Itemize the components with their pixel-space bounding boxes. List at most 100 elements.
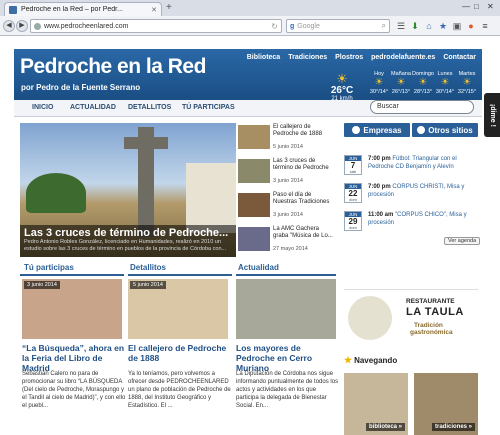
- thumb-date: 3 junio 2014: [273, 178, 303, 184]
- top-link-biblioteca[interactable]: Biblioteca: [247, 54, 280, 61]
- new-tab-icon[interactable]: +: [166, 3, 172, 13]
- addon-icon[interactable]: ●: [466, 21, 476, 31]
- slider-image-cross-arm: [124, 137, 168, 149]
- article-excerpt: Sebastián Calero no para de promocionar …: [22, 371, 126, 409]
- article-date: 3 junio 2014: [24, 281, 60, 289]
- article-image[interactable]: 5 junio 2014: [128, 279, 228, 339]
- ad-line: Tradición: [414, 322, 443, 329]
- site-header: Pedroche en la Red por Pedro de la Fuent…: [14, 49, 482, 106]
- nav-tradiciones[interactable]: tradiciones »: [414, 373, 478, 435]
- article-title[interactable]: Los mayores de Pedroche en Cerro Muriano: [236, 343, 340, 373]
- site-subtitle: por Pedro de la Fuente Serrano: [21, 83, 141, 92]
- article-excerpt: Ya lo teníamos, pero volvemos a ofrecer …: [128, 371, 231, 409]
- section-head-actualidad[interactable]: Actualidad: [238, 263, 279, 272]
- browser-navbar: ◀ ▶ www.pedrocheenlared.com ↻ g Google ⌕…: [0, 16, 500, 36]
- thumb-date: 5 junio 2014: [273, 144, 303, 150]
- slider-desc: Pedro Antonio Robles González, licenciad…: [24, 239, 227, 252]
- ad-logo-icon: [348, 296, 392, 340]
- close-window-icon[interactable]: ✕: [487, 2, 494, 11]
- reload-icon[interactable]: ↻: [271, 22, 278, 31]
- section-divider: [128, 274, 232, 276]
- section-divider: [20, 274, 124, 276]
- site-identity-icon: [34, 22, 41, 30]
- featured-slider[interactable]: Las 3 cruces de término de Pedroche... P…: [20, 123, 236, 257]
- site-title[interactable]: Pedroche en la Red: [20, 55, 206, 79]
- minimize-icon[interactable]: —: [462, 2, 470, 11]
- article-image[interactable]: [236, 279, 336, 339]
- back-icon[interactable]: ◀: [3, 20, 15, 32]
- event-item[interactable]: JUN 22 dom 7:00 pm CORPUS CHRISTI, Misa …: [344, 183, 478, 203]
- dime-side-tab[interactable]: ¡dime !: [484, 93, 500, 137]
- sun-icon: ☀: [336, 71, 348, 86]
- close-tab-icon[interactable]: ✕: [151, 6, 157, 14]
- thumb-image: [238, 193, 270, 217]
- slider-caption: Las 3 cruces de término de Pedroche... P…: [20, 225, 236, 257]
- section-head-tu-participas[interactable]: Tú participas: [24, 263, 74, 272]
- ad-line: RESTAURANTE: [406, 298, 455, 305]
- empresas-label: Empresas: [363, 125, 402, 135]
- thumb-image: [238, 227, 270, 251]
- slider-thumb[interactable]: Las 3 cruces de término de Pedroche 3 ju…: [238, 157, 336, 189]
- screenshot-icon[interactable]: ▣: [452, 21, 462, 31]
- top-link-pedrodelafuente[interactable]: pedrodelafuente.es: [371, 54, 435, 61]
- thumb-title: La AMC Gachera graba "Música de Lo...: [273, 226, 333, 239]
- article-image[interactable]: 3 junio 2014: [22, 279, 122, 339]
- thumb-image: [238, 159, 270, 183]
- menu-icon[interactable]: ≡: [480, 21, 490, 31]
- thumb-title: Las 3 cruces de término de Pedroche: [273, 158, 329, 171]
- sun-icon: ☀: [462, 77, 472, 88]
- menu-actualidad[interactable]: ACTUALIDAD: [70, 104, 116, 111]
- thumb-title: El callejero de Pedroche de 1888: [273, 124, 323, 137]
- star-icon: ★: [344, 355, 353, 365]
- section-head-detallitos[interactable]: Detallitos: [130, 263, 166, 272]
- article-title[interactable]: El callejero de Pedroche de 1888: [128, 343, 232, 363]
- slider-thumb[interactable]: Paso el día de Nuestras Tradiciones 3 ju…: [238, 191, 336, 223]
- thumb-image: [238, 125, 270, 149]
- restaurant-ad[interactable]: RESTAURANTE LA TAULA Tradición gastronóm…: [344, 289, 478, 349]
- article-excerpt: La Diputación de Córdoba nos sigue infor…: [236, 371, 339, 409]
- slider-image-tree: [26, 173, 86, 213]
- calendar-icon: JUN 7 sáb: [344, 155, 362, 175]
- article-title[interactable]: “La Búsqueda”, ahora en la Feria del Lib…: [22, 343, 126, 373]
- event-item[interactable]: JUN 7 sáb 7:00 pm Fútbol: Triangular con…: [344, 155, 478, 175]
- browser-tabbar: Pedroche en la Red – por Pedr... ✕ + — □…: [0, 0, 500, 16]
- nav-biblioteca[interactable]: biblioteca »: [344, 373, 408, 435]
- slider-thumb[interactable]: La AMC Gachera graba "Música de Lo... 27…: [238, 225, 336, 257]
- top-link-tradiciones[interactable]: Tradiciones: [288, 54, 327, 61]
- otros-sitios-label: Otros sitios: [428, 125, 473, 135]
- top-link-contactar[interactable]: Contactar: [443, 54, 476, 61]
- ver-agenda-button[interactable]: Ver agenda: [444, 237, 481, 245]
- search-icon[interactable]: ⌕: [382, 21, 386, 31]
- nav-label: biblioteca »: [365, 423, 405, 431]
- empresas-button[interactable]: Empresas: [344, 123, 410, 137]
- bookmark-star-icon[interactable]: ★: [438, 21, 448, 31]
- favicon-icon: [9, 5, 17, 14]
- menu-detallitos[interactable]: DETALLITOS: [128, 104, 171, 111]
- address-bar[interactable]: www.pedrocheenlared.com ↻: [30, 19, 282, 33]
- site-search-input[interactable]: Buscar: [370, 100, 474, 114]
- top-link-plostros[interactable]: Plostros: [335, 54, 363, 61]
- tab-title: Pedroche en la Red – por Pedr...: [21, 6, 123, 13]
- maximize-icon[interactable]: □: [474, 2, 479, 11]
- home-icon[interactable]: ⌂: [424, 21, 434, 31]
- otros-sitios-button[interactable]: Otros sitios: [412, 123, 478, 137]
- thumb-title: Paso el día de Nuestras Tradiciones: [273, 192, 330, 205]
- forward-icon[interactable]: ▶: [16, 20, 28, 32]
- slider-title[interactable]: Las 3 cruces de término de Pedroche...: [24, 227, 232, 239]
- menu-tu-participas[interactable]: TÚ PARTICIPAS: [182, 104, 235, 111]
- menu-inicio[interactable]: INICIO: [32, 104, 53, 111]
- event-item[interactable]: JUN 29 dom 11:00 am "CORPUS CHICO", Misa…: [344, 211, 478, 231]
- url-text: www.pedrocheenlared.com: [44, 22, 129, 30]
- slider-thumb[interactable]: El callejero de Pedroche de 1888 5 junio…: [238, 123, 336, 155]
- slider-image-wall: [186, 163, 236, 233]
- browser-tab[interactable]: Pedroche en la Red – por Pedr... ✕: [4, 2, 162, 16]
- section-divider: [236, 274, 336, 276]
- globe-icon: [352, 126, 361, 134]
- event-info: 7:00 pm Fútbol: Triangular con el Pedroc…: [368, 156, 457, 170]
- search-bar[interactable]: g Google ⌕: [286, 19, 390, 33]
- thumb-date: 3 junio 2014: [273, 212, 303, 218]
- bookmark-list-icon[interactable]: ☰: [396, 21, 406, 31]
- calendar-icon: JUN 22 dom: [344, 183, 362, 203]
- download-icon[interactable]: ⬇: [410, 21, 420, 31]
- ad-line: gastronómica: [410, 329, 453, 336]
